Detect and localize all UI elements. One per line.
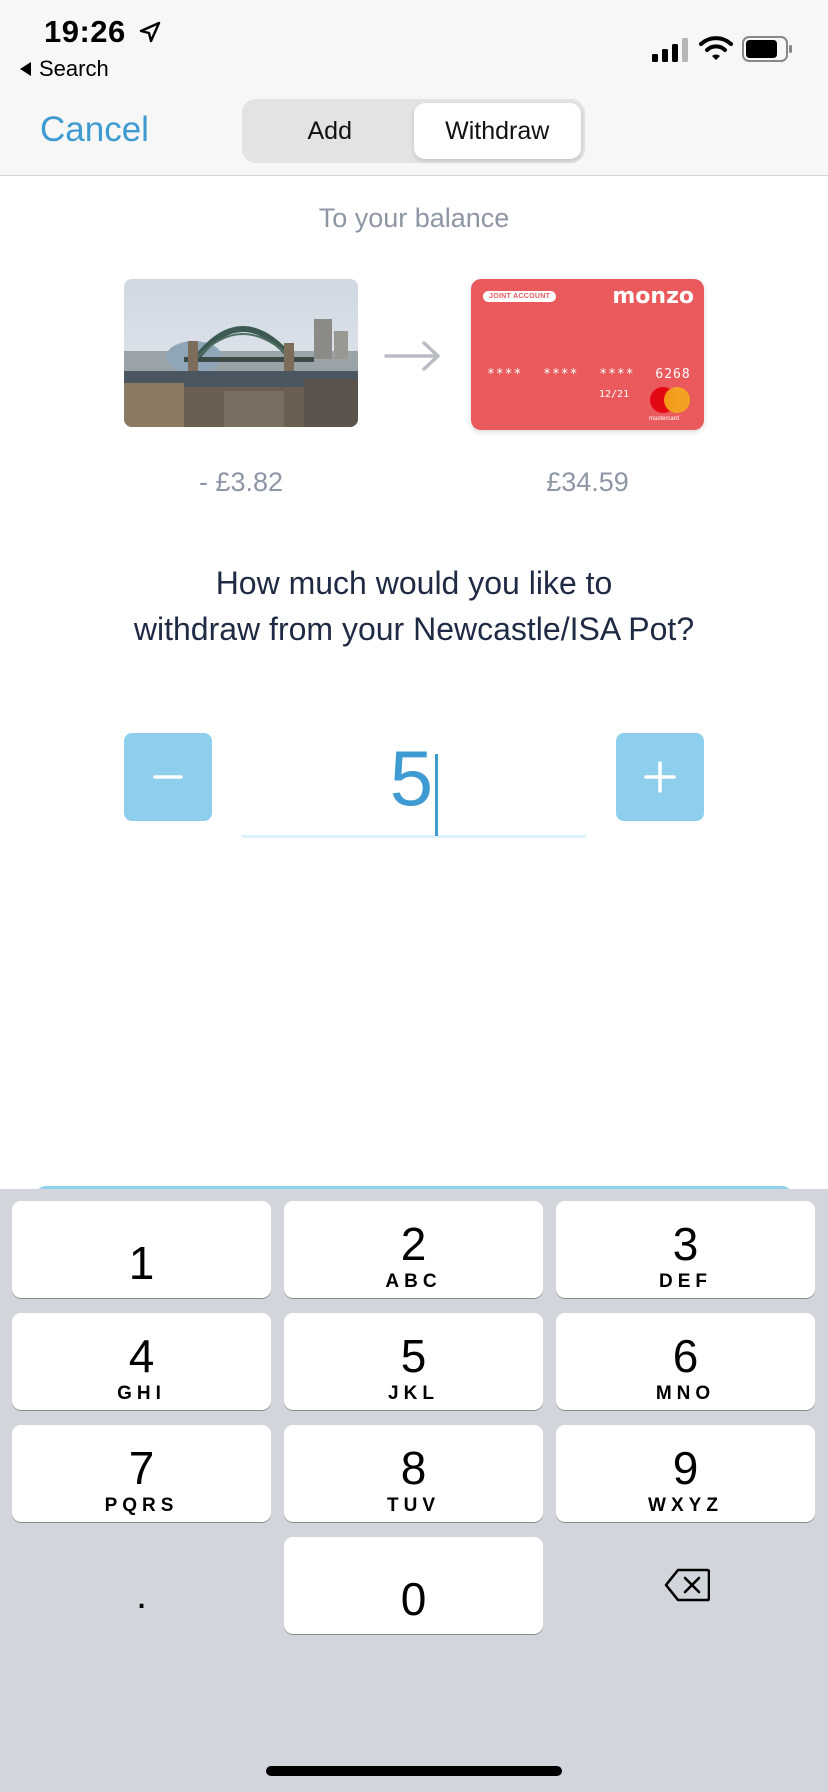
wifi-icon — [699, 36, 733, 60]
key-8-letters: TUV — [387, 1494, 440, 1516]
key-1[interactable]: 1 — [12, 1201, 271, 1298]
pot-balance-change: - £3.82 — [198, 467, 284, 497]
monzo-card: JOINT ACCOUNT monzo **** **** **** 6268 … — [471, 279, 704, 430]
key-7-label: 7 — [128, 1441, 155, 1494]
key-7-letters: PQRS — [104, 1494, 179, 1516]
key-0[interactable]: 0 — [284, 1537, 543, 1634]
increase-amount-button[interactable] — [616, 733, 704, 821]
location-arrow-icon — [139, 21, 161, 43]
key-6[interactable]: 6 MNO — [556, 1313, 815, 1410]
key-4-label: 4 — [128, 1329, 155, 1382]
card-network: mastercard — [649, 416, 680, 422]
cancel-button[interactable]: Cancel — [40, 110, 149, 150]
arrow-right-icon — [384, 341, 440, 371]
key-3-letters: DEF — [659, 1270, 712, 1292]
plus-icon — [644, 761, 676, 793]
back-arrow-icon — [20, 62, 31, 76]
minus-icon — [153, 775, 183, 779]
withdraw-question: How much would you like to withdraw from… — [60, 560, 768, 652]
decrease-amount-button[interactable] — [124, 733, 212, 821]
key-9[interactable]: 9 WXYZ — [556, 1425, 815, 1522]
key-4-letters: GHI — [117, 1382, 166, 1404]
key-backspace[interactable] — [556, 1537, 815, 1634]
key-8-label: 8 — [400, 1441, 427, 1494]
transfer-subtitle: To your balance — [318, 203, 510, 233]
backspace-icon — [664, 1568, 710, 1602]
key-3[interactable]: 3 DEF — [556, 1201, 815, 1298]
card-expiry: 12/21 — [599, 389, 630, 400]
segment-add[interactable]: Add — [246, 103, 414, 159]
key-9-letters: WXYZ — [648, 1494, 723, 1516]
key-5[interactable]: 5 JKL — [284, 1313, 543, 1410]
nav-bar: Cancel Add Withdraw — [0, 88, 828, 176]
account-balance: £34.59 — [546, 467, 629, 497]
question-line-2: withdraw from your Newcastle/ISA Pot? — [133, 611, 695, 647]
segment-withdraw[interactable]: Withdraw — [413, 103, 581, 159]
home-indicator — [266, 1766, 562, 1776]
card-number: **** **** **** 6268 — [487, 367, 691, 382]
key-6-letters: MNO — [655, 1382, 716, 1404]
key-decimal-label: . — [135, 1572, 148, 1617]
question-line-1: How much would you like to — [215, 565, 613, 601]
key-5-label: 5 — [400, 1329, 427, 1382]
key-9-label: 9 — [672, 1441, 699, 1494]
key-decimal[interactable]: . — [12, 1537, 271, 1634]
key-2[interactable]: 2 ABC — [284, 1201, 543, 1298]
card-brand: monzo — [612, 284, 694, 309]
key-1-label: 1 — [128, 1236, 155, 1289]
key-2-label: 2 — [400, 1217, 427, 1270]
key-2-letters: ABC — [385, 1270, 442, 1292]
signal-icon — [652, 38, 688, 62]
battery-icon — [742, 36, 792, 62]
card-badge: JOINT ACCOUNT — [483, 291, 557, 302]
key-5-letters: JKL — [388, 1382, 439, 1404]
key-7[interactable]: 7 PQRS — [12, 1425, 271, 1522]
key-4[interactable]: 4 GHI — [12, 1313, 271, 1410]
pot-image-newcastle — [124, 279, 358, 427]
key-8[interactable]: 8 TUV — [284, 1425, 543, 1522]
back-to-search[interactable]: Search — [20, 56, 109, 82]
status-bar: 19:26 Search — [0, 0, 828, 88]
text-caret — [435, 753, 439, 836]
status-time: 19:26 — [44, 14, 126, 49]
key-0-label: 0 — [400, 1572, 427, 1625]
back-search-label: Search — [39, 56, 109, 81]
amount-value: 5 — [389, 734, 434, 822]
numeric-keypad: 1 2 ABC 3 DEF 4 GHI 5 JKL 6 MNO 7 PQRS 8… — [0, 1189, 828, 1792]
add-withdraw-segmented-control: Add Withdraw — [242, 99, 585, 163]
key-6-label: 6 — [672, 1329, 699, 1382]
amount-input[interactable]: 5 — [242, 718, 586, 838]
mastercard-logo-icon — [650, 387, 690, 413]
key-3-label: 3 — [672, 1217, 699, 1270]
